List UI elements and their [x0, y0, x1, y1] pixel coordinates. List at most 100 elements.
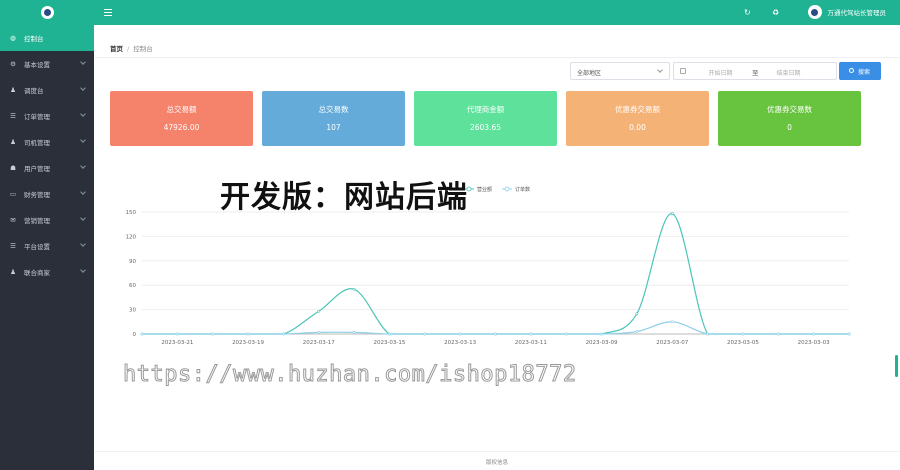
- data-point[interactable]: [670, 320, 674, 324]
- marketing-icon: ✉: [10, 216, 16, 224]
- hamburger-icon[interactable]: [104, 9, 112, 16]
- legend-label: 营业额: [477, 186, 492, 193]
- sidebar-item-label: 司机管理: [24, 139, 50, 147]
- y-tick-label: 150: [126, 210, 137, 216]
- x-tick-label: 2023-03-19: [232, 340, 264, 346]
- sidebar-item-9[interactable]: ♟ 联合商家: [0, 259, 94, 285]
- chevron-down-icon: [80, 267, 86, 273]
- sidebar-item-1[interactable]: ⚙ 基本设置: [0, 51, 94, 77]
- x-tick-label: 2023-03-17: [303, 340, 335, 346]
- logo[interactable]: [0, 0, 94, 25]
- x-tick-label: 2023-03-13: [444, 340, 476, 346]
- search-button[interactable]: 搜索: [839, 62, 881, 80]
- end-date-input[interactable]: 结束日期: [766, 68, 811, 77]
- sidebar-menu: ◍ 控制台 ⚙ 基本设置 ♟ 调度台 ☰ 订单管理 ♟ 司机管理 ☗ 用户管理 ▭ 财务管理 ✉ 营销管理 ☰ 平…: [0, 25, 94, 285]
- y-tick-label: 120: [126, 234, 137, 240]
- stat-card-value: 0: [787, 123, 792, 132]
- chevron-down-icon: [657, 67, 663, 73]
- breadcrumb-current: 控制台: [133, 45, 153, 53]
- user-menu[interactable]: 万通代驾站长管理员: [807, 5, 886, 19]
- stat-card: 代理商金额 2603.65: [414, 91, 557, 146]
- data-point[interactable]: [388, 332, 391, 336]
- sidebar-item-2[interactable]: ♟ 调度台: [0, 77, 94, 103]
- wallet-icon: ▭: [9, 190, 17, 198]
- data-point[interactable]: [175, 332, 179, 336]
- x-tick-label: 2023-03-05: [727, 340, 759, 346]
- series-line: [141, 213, 849, 335]
- divider: [94, 57, 900, 58]
- data-point[interactable]: [317, 330, 321, 334]
- data-point[interactable]: [423, 332, 427, 336]
- stat-card: 总交易额 47926.00: [110, 91, 253, 146]
- date-range-picker[interactable]: 开始日期 至 结束日期: [673, 62, 837, 80]
- stat-card-value: 47926.00: [163, 123, 200, 132]
- data-point[interactable]: [564, 332, 568, 336]
- sidebar: ◍ 控制台 ⚙ 基本设置 ♟ 调度台 ☰ 订单管理 ♟ 司机管理 ☗ 用户管理 ▭ 财务管理 ✉ 营销管理 ☰ 平…: [0, 0, 94, 470]
- data-point[interactable]: [281, 332, 285, 336]
- data-point[interactable]: [352, 330, 356, 334]
- sidebar-item-7[interactable]: ✉ 营销管理: [0, 207, 94, 233]
- chevron-down-icon: [80, 111, 86, 117]
- y-tick-label: 0: [133, 332, 137, 338]
- sidebar-item-5[interactable]: ☗ 用户管理: [0, 155, 94, 181]
- x-tick-label: 2023-03-15: [373, 340, 405, 346]
- avatar: [807, 5, 822, 19]
- refresh-icon[interactable]: ↻: [744, 8, 751, 17]
- data-point[interactable]: [600, 332, 603, 336]
- data-point[interactable]: [246, 332, 250, 336]
- url-watermark: https://www.huzhan.com/ishop18772: [123, 362, 577, 388]
- stat-cards: 总交易额 47926.00 总交易数 107 代理商金额 2603.65 优惠券交易额 0.0…: [110, 91, 870, 146]
- scrollbar[interactable]: [895, 355, 898, 377]
- data-point[interactable]: [635, 330, 639, 333]
- stat-card-value: 0.00: [629, 123, 646, 132]
- data-point[interactable]: [352, 287, 356, 291]
- x-tick-label: 2023-03-21: [161, 340, 193, 346]
- data-point[interactable]: [670, 212, 674, 216]
- data-point[interactable]: [140, 332, 144, 336]
- data-point[interactable]: [635, 312, 639, 316]
- start-date-input[interactable]: 开始日期: [698, 68, 743, 77]
- recycle-icon[interactable]: ♻: [772, 8, 779, 17]
- sidebar-item-label: 基本设置: [24, 61, 50, 69]
- stat-card-title: 总交易数: [318, 105, 349, 114]
- platform-icon: ☰: [10, 242, 16, 250]
- sidebar-item-8[interactable]: ☰ 平台设置: [0, 233, 94, 259]
- breadcrumb: 首页 / 控制台: [110, 43, 153, 53]
- sidebar-item-0[interactable]: ◍ 控制台: [0, 25, 94, 51]
- data-point[interactable]: [529, 332, 533, 336]
- sidebar-item-6[interactable]: ▭ 财务管理: [0, 181, 94, 207]
- search-icon: [849, 68, 854, 73]
- data-point[interactable]: [776, 332, 780, 336]
- chevron-down-icon: [80, 215, 86, 221]
- footer: 版权信息: [94, 451, 900, 470]
- top-bar: ↻ ♻ 万通代驾站长管理员: [94, 0, 900, 25]
- legend-swatch-marker: [504, 186, 510, 192]
- data-point[interactable]: [847, 332, 851, 336]
- sidebar-item-label: 用户管理: [24, 165, 50, 173]
- data-point[interactable]: [211, 332, 215, 336]
- data-point[interactable]: [812, 332, 816, 336]
- stat-card-title: 代理商金额: [466, 105, 505, 114]
- series-line: [141, 321, 849, 335]
- list-icon: ☰: [10, 112, 16, 120]
- breadcrumb-home[interactable]: 首页: [110, 45, 123, 53]
- chevron-down-icon: [80, 85, 86, 91]
- sidebar-item-3[interactable]: ☰ 订单管理: [0, 103, 94, 129]
- data-point[interactable]: [458, 332, 462, 336]
- breadcrumb-separator: /: [127, 45, 130, 53]
- y-tick-label: 90: [129, 259, 136, 265]
- chevron-down-icon: [80, 163, 86, 169]
- sidebar-item-4[interactable]: ♟ 司机管理: [0, 129, 94, 155]
- sidebar-item-label: 联合商家: [24, 269, 50, 277]
- data-point[interactable]: [741, 332, 745, 336]
- data-point[interactable]: [706, 332, 710, 336]
- region-select[interactable]: 全部地区: [570, 62, 670, 80]
- chevron-down-icon: [80, 59, 86, 65]
- region-select-value: 全部地区: [577, 70, 602, 77]
- legend-label: 订单数: [515, 186, 530, 193]
- sidebar-item-label: 订单管理: [24, 113, 50, 121]
- stat-card-title: 优惠券交易数: [767, 105, 812, 114]
- data-point[interactable]: [494, 332, 497, 336]
- x-tick-label: 2023-03-07: [656, 340, 688, 346]
- data-point[interactable]: [317, 309, 321, 313]
